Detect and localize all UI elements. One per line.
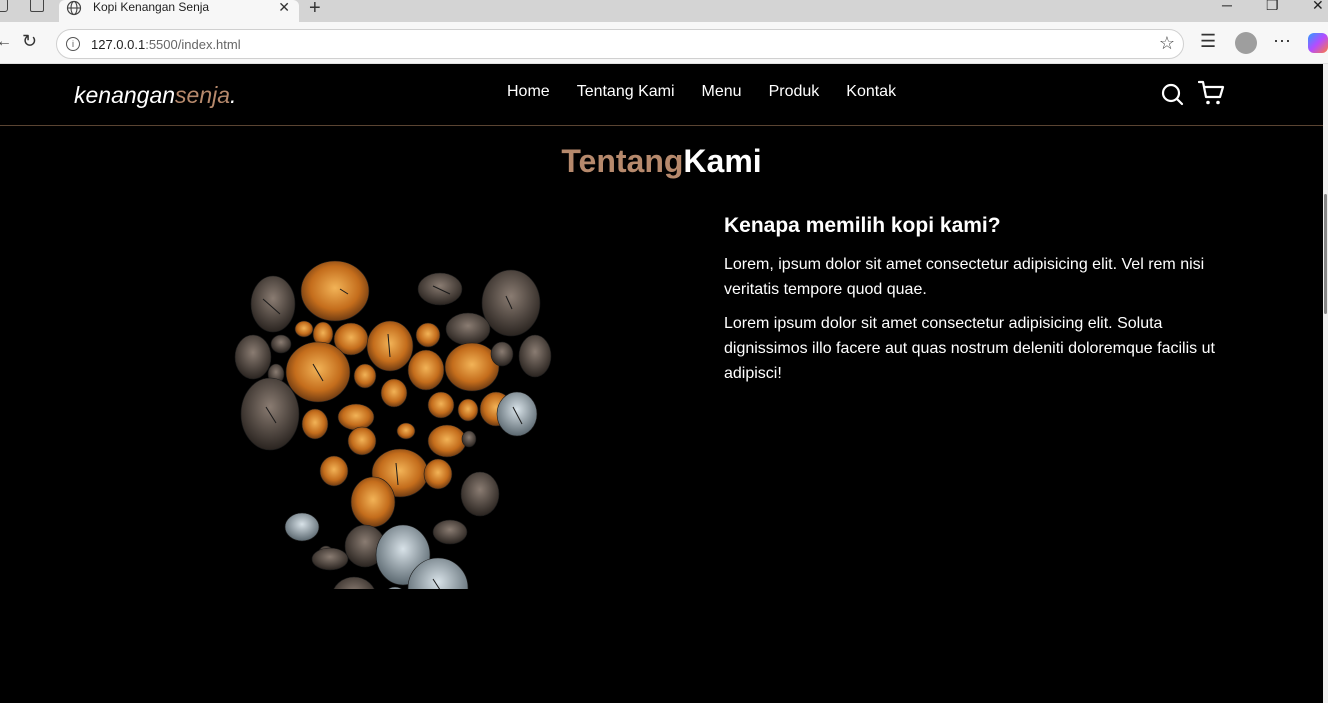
- logo[interactable]: kenangansenja.: [74, 82, 236, 109]
- favorites-icon[interactable]: ☰: [1200, 31, 1216, 52]
- browser-tab[interactable]: Kopi Kenangan Senja ✕: [59, 0, 299, 22]
- reload-icon[interactable]: ↻: [22, 31, 37, 52]
- restore-icon[interactable]: ❐: [1266, 0, 1279, 14]
- star-icon[interactable]: ☆: [1159, 33, 1175, 54]
- address-bar[interactable]: i 127.0.0.1:5500/index.html ☆: [56, 29, 1184, 59]
- page-scrollbar[interactable]: [1323, 64, 1328, 703]
- minimize-icon[interactable]: ─: [1222, 0, 1232, 13]
- coffee-heart-image: [234, 260, 552, 589]
- nav-link-home[interactable]: Home: [507, 83, 550, 101]
- search-icon[interactable]: [1160, 82, 1184, 106]
- info-icon[interactable]: i: [66, 37, 80, 51]
- workspaces-icon[interactable]: [0, 0, 8, 12]
- section-title: TentangKami: [561, 143, 762, 179]
- nav-link-tentang-kami[interactable]: Tentang Kami: [577, 83, 675, 101]
- close-tab-icon[interactable]: ✕: [278, 0, 290, 14]
- tab-actions-icon[interactable]: [30, 0, 44, 12]
- more-icon[interactable]: ⋯: [1273, 31, 1291, 52]
- about-heading: Kenapa memilih kopi kami?: [724, 214, 1001, 237]
- scrollbar-thumb[interactable]: [1324, 194, 1327, 314]
- nav-link-produk[interactable]: Produk: [769, 83, 820, 101]
- back-icon[interactable]: ←: [0, 33, 12, 51]
- browser-tab-bar: Kopi Kenangan Senja ✕ + ─ ❐ ✕: [0, 0, 1328, 22]
- about-content: Kenapa memilih kopi kami? Lorem, ipsum d…: [724, 214, 1224, 395]
- tab-title: Kopi Kenangan Senja: [93, 0, 210, 14]
- nav-links: Home Tentang Kami Menu Produk Kontak: [507, 83, 923, 101]
- nav-link-menu[interactable]: Menu: [702, 83, 742, 101]
- cart-icon[interactable]: [1198, 80, 1225, 106]
- site-navbar: kenangansenja. Home Tentang Kami Menu Pr…: [0, 64, 1323, 126]
- browser-toolbar: ← ↻ i 127.0.0.1:5500/index.html ☆ ☰ ⋯: [0, 22, 1328, 64]
- close-window-icon[interactable]: ✕: [1312, 0, 1324, 14]
- page: kenangansenja. Home Tentang Kami Menu Pr…: [0, 64, 1323, 703]
- new-tab-icon[interactable]: +: [309, 0, 321, 20]
- copilot-icon[interactable]: [1308, 33, 1328, 53]
- about-paragraph-1: Lorem, ipsum dolor sit amet consectetur …: [724, 256, 1205, 298]
- globe-icon: [66, 0, 82, 16]
- nav-link-kontak[interactable]: Kontak: [846, 83, 896, 101]
- url-text: 127.0.0.1:5500/index.html: [91, 37, 241, 52]
- about-paragraph-2: Lorem ipsum dolor sit amet consectetur a…: [724, 315, 1215, 382]
- avatar[interactable]: [1235, 32, 1257, 54]
